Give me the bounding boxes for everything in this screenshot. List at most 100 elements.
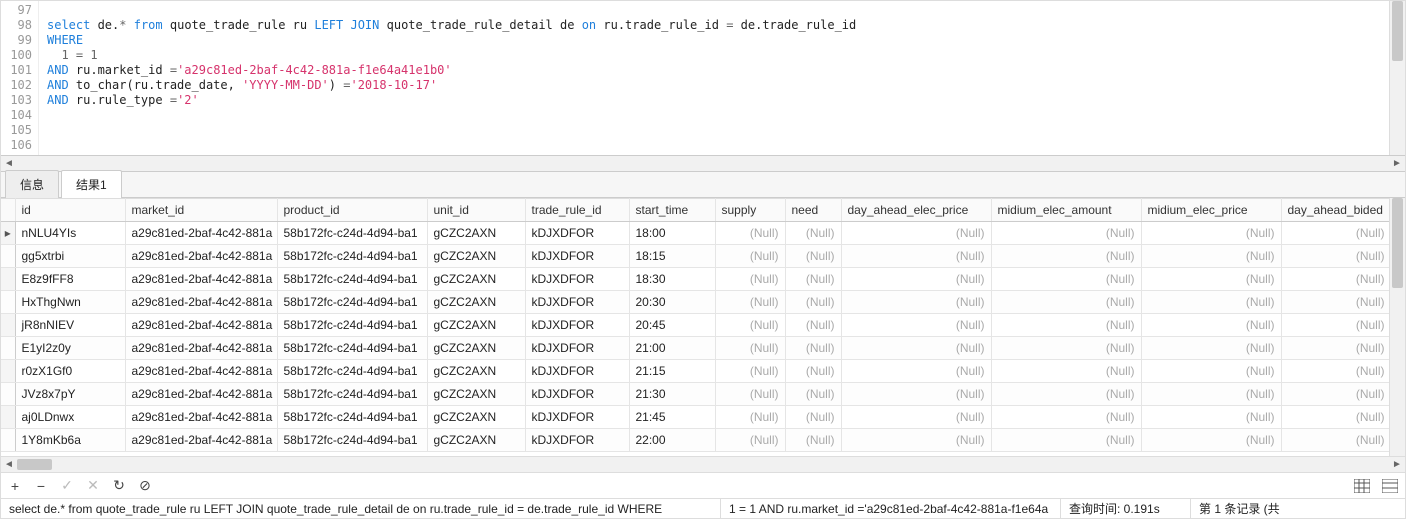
cell-supply[interactable]: (Null)	[715, 406, 785, 429]
cell-id[interactable]: JVz8x7pY	[15, 383, 125, 406]
cell-id[interactable]: nNLU4YIs	[15, 222, 125, 245]
cell-unit_id[interactable]: gCZC2AXN	[427, 245, 525, 268]
cell-trade_rule_id[interactable]: kDJXDFOR	[525, 383, 629, 406]
cell-id[interactable]: E8z9fFF8	[15, 268, 125, 291]
column-header-supply[interactable]: supply	[715, 199, 785, 222]
cell-id[interactable]: r0zX1Gf0	[15, 360, 125, 383]
cell-midium_elec_amount[interactable]: (Null)	[991, 383, 1141, 406]
cell-midium_elec_amount[interactable]: (Null)	[991, 314, 1141, 337]
column-header-midium_elec_amount[interactable]: midium_elec_amount	[991, 199, 1141, 222]
cell-supply[interactable]: (Null)	[715, 337, 785, 360]
cell-id[interactable]: HxThgNwn	[15, 291, 125, 314]
cell-start_time[interactable]: 18:15	[629, 245, 715, 268]
cell-start_time[interactable]: 20:45	[629, 314, 715, 337]
cell-midium_elec_amount[interactable]: (Null)	[991, 337, 1141, 360]
cell-need[interactable]: (Null)	[785, 291, 841, 314]
column-header-need[interactable]: need	[785, 199, 841, 222]
cell-midium_elec_amount[interactable]: (Null)	[991, 291, 1141, 314]
table-row[interactable]: JVz8x7pYa29c81ed-2baf-4c42-881a58b172fc-…	[1, 383, 1389, 406]
table-row[interactable]: r0zX1Gf0a29c81ed-2baf-4c42-881a58b172fc-…	[1, 360, 1389, 383]
cell-id[interactable]: gg5xtrbi	[15, 245, 125, 268]
code-area[interactable]: select de.* from quote_trade_rule ru LEF…	[39, 1, 1389, 155]
scrollbar-thumb[interactable]	[1392, 1, 1403, 61]
cell-unit_id[interactable]: gCZC2AXN	[427, 337, 525, 360]
cell-start_time[interactable]: 22:00	[629, 429, 715, 452]
cell-midium_elec_price[interactable]: (Null)	[1141, 429, 1281, 452]
column-header-day_ahead_bided[interactable]: day_ahead_bided	[1281, 199, 1389, 222]
cell-midium_elec_price[interactable]: (Null)	[1141, 360, 1281, 383]
add-row-button[interactable]: +	[7, 478, 23, 494]
cell-midium_elec_amount[interactable]: (Null)	[991, 429, 1141, 452]
cell-product_id[interactable]: 58b172fc-c24d-4d94-ba1	[277, 222, 427, 245]
cell-unit_id[interactable]: gCZC2AXN	[427, 222, 525, 245]
row-indicator[interactable]	[1, 360, 15, 383]
delete-row-button[interactable]: −	[33, 478, 49, 494]
cell-start_time[interactable]: 20:30	[629, 291, 715, 314]
cell-need[interactable]: (Null)	[785, 383, 841, 406]
refresh-button[interactable]: ↻	[111, 478, 127, 494]
row-indicator[interactable]	[1, 429, 15, 452]
scrollbar-thumb[interactable]	[17, 459, 52, 470]
cell-midium_elec_price[interactable]: (Null)	[1141, 222, 1281, 245]
cell-day_ahead_bided[interactable]: (Null)	[1281, 245, 1389, 268]
cell-market_id[interactable]: a29c81ed-2baf-4c42-881a	[125, 406, 277, 429]
cell-need[interactable]: (Null)	[785, 245, 841, 268]
column-header-trade_rule_id[interactable]: trade_rule_id	[525, 199, 629, 222]
row-indicator[interactable]	[1, 245, 15, 268]
column-header-id[interactable]: id	[15, 199, 125, 222]
cell-midium_elec_price[interactable]: (Null)	[1141, 337, 1281, 360]
cell-midium_elec_amount[interactable]: (Null)	[991, 406, 1141, 429]
form-view-button[interactable]	[1381, 478, 1399, 494]
cell-day_ahead_elec_price[interactable]: (Null)	[841, 245, 991, 268]
cell-day_ahead_elec_price[interactable]: (Null)	[841, 222, 991, 245]
cell-trade_rule_id[interactable]: kDJXDFOR	[525, 406, 629, 429]
row-indicator[interactable]	[1, 314, 15, 337]
cell-trade_rule_id[interactable]: kDJXDFOR	[525, 222, 629, 245]
column-header-midium_elec_price[interactable]: midium_elec_price	[1141, 199, 1281, 222]
cell-start_time[interactable]: 18:30	[629, 268, 715, 291]
row-indicator[interactable]	[1, 383, 15, 406]
cell-trade_rule_id[interactable]: kDJXDFOR	[525, 360, 629, 383]
scroll-right-icon[interactable]: ►	[1389, 457, 1405, 472]
cell-market_id[interactable]: a29c81ed-2baf-4c42-881a	[125, 429, 277, 452]
cell-product_id[interactable]: 58b172fc-c24d-4d94-ba1	[277, 245, 427, 268]
cell-midium_elec_price[interactable]: (Null)	[1141, 383, 1281, 406]
cell-trade_rule_id[interactable]: kDJXDFOR	[525, 245, 629, 268]
cell-trade_rule_id[interactable]: kDJXDFOR	[525, 268, 629, 291]
table-row[interactable]: HxThgNwna29c81ed-2baf-4c42-881a58b172fc-…	[1, 291, 1389, 314]
cell-day_ahead_bided[interactable]: (Null)	[1281, 360, 1389, 383]
result-grid[interactable]: idmarket_idproduct_idunit_idtrade_rule_i…	[1, 198, 1389, 456]
grid-view-button[interactable]	[1353, 478, 1371, 494]
cell-id[interactable]: E1yI2z0y	[15, 337, 125, 360]
column-header-unit_id[interactable]: unit_id	[427, 199, 525, 222]
cell-day_ahead_bided[interactable]: (Null)	[1281, 429, 1389, 452]
scrollbar-thumb[interactable]	[1392, 198, 1403, 288]
cell-market_id[interactable]: a29c81ed-2baf-4c42-881a	[125, 268, 277, 291]
cell-product_id[interactable]: 58b172fc-c24d-4d94-ba1	[277, 291, 427, 314]
column-header-day_ahead_elec_price[interactable]: day_ahead_elec_price	[841, 199, 991, 222]
cell-midium_elec_price[interactable]: (Null)	[1141, 314, 1281, 337]
cell-unit_id[interactable]: gCZC2AXN	[427, 314, 525, 337]
cell-day_ahead_elec_price[interactable]: (Null)	[841, 406, 991, 429]
cell-supply[interactable]: (Null)	[715, 222, 785, 245]
sql-editor[interactable]: 979899100101102103104105106 select de.* …	[1, 1, 1405, 156]
cell-day_ahead_elec_price[interactable]: (Null)	[841, 429, 991, 452]
cell-day_ahead_bided[interactable]: (Null)	[1281, 291, 1389, 314]
cell-start_time[interactable]: 21:45	[629, 406, 715, 429]
editor-v-scrollbar[interactable]	[1389, 1, 1405, 155]
table-row[interactable]: E1yI2z0ya29c81ed-2baf-4c42-881a58b172fc-…	[1, 337, 1389, 360]
cell-unit_id[interactable]: gCZC2AXN	[427, 291, 525, 314]
cell-product_id[interactable]: 58b172fc-c24d-4d94-ba1	[277, 314, 427, 337]
cell-start_time[interactable]: 21:30	[629, 383, 715, 406]
table-row[interactable]: E8z9fFF8a29c81ed-2baf-4c42-881a58b172fc-…	[1, 268, 1389, 291]
cell-midium_elec_price[interactable]: (Null)	[1141, 291, 1281, 314]
cell-day_ahead_bided[interactable]: (Null)	[1281, 314, 1389, 337]
cell-need[interactable]: (Null)	[785, 314, 841, 337]
cell-midium_elec_amount[interactable]: (Null)	[991, 268, 1141, 291]
scroll-left-icon[interactable]: ◄	[1, 457, 17, 472]
scroll-right-icon[interactable]: ►	[1389, 156, 1405, 171]
cell-need[interactable]: (Null)	[785, 360, 841, 383]
table-row[interactable]: gg5xtrbia29c81ed-2baf-4c42-881a58b172fc-…	[1, 245, 1389, 268]
cell-day_ahead_bided[interactable]: (Null)	[1281, 383, 1389, 406]
cell-unit_id[interactable]: gCZC2AXN	[427, 383, 525, 406]
